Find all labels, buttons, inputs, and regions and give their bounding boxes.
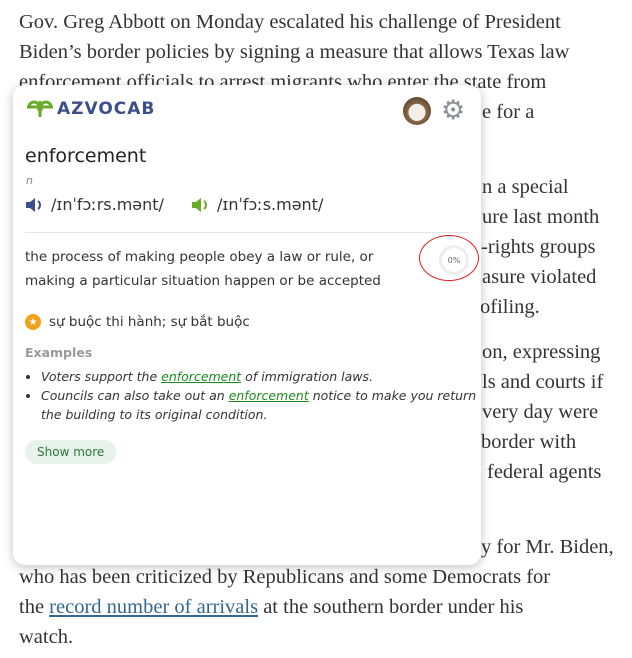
- part-of-speech: n: [26, 174, 33, 187]
- red-annotation-circle: [419, 235, 479, 281]
- article-line: asure violated: [482, 266, 597, 288]
- text: Councils can also take out an: [41, 388, 229, 403]
- example-item: Councils can also take out an enforcemen…: [41, 386, 481, 424]
- article-line: ofiling.: [480, 296, 540, 318]
- article-line: the record number of arrivals at the sou…: [19, 592, 523, 622]
- text: the: [19, 596, 50, 618]
- article-line: ure last month: [482, 206, 600, 228]
- article-line: -rights groups: [481, 236, 596, 258]
- text: of immigration laws.: [241, 369, 373, 384]
- article-line: Biden’s border policies by signing a mea…: [19, 41, 570, 63]
- gear-icon[interactable]: ⚙: [441, 97, 465, 125]
- pronunciation-us[interactable]: /ɪnˈfɔːrs.mənt/: [25, 195, 164, 214]
- dictionary-popup: AZVOCAB ⚙ enforcement n /ɪnˈfɔːrs.mənt/ …: [13, 85, 481, 565]
- word-link[interactable]: enforcement: [229, 388, 309, 403]
- examples-heading: Examples: [25, 345, 93, 360]
- record-arrivals-link[interactable]: record number of arrivals: [49, 596, 258, 618]
- azvocab-logo[interactable]: AZVOCAB: [25, 99, 155, 119]
- text: Voters support the: [41, 369, 162, 384]
- speaker-icon[interactable]: [25, 197, 43, 213]
- pronunciation-uk[interactable]: /ɪnˈfɔːs.mənt/: [191, 195, 323, 214]
- divider: [25, 232, 469, 233]
- example-item: Voters support the enforcement of immigr…: [41, 367, 481, 386]
- text: at the southern border under his: [258, 596, 524, 618]
- article-line: Gov. Greg Abbott on Monday escalated his…: [19, 11, 561, 33]
- translation-text: sự buộc thi hành; sự bắt buộc: [49, 314, 250, 330]
- article-line: watch.: [19, 626, 74, 648]
- star-icon[interactable]: ★: [25, 314, 41, 330]
- show-more-button[interactable]: Show more: [25, 440, 117, 464]
- speaker-icon[interactable]: [191, 197, 209, 213]
- logo-text: AZVOCAB: [57, 99, 156, 119]
- word-link[interactable]: enforcement: [161, 369, 241, 384]
- article-line: n a special: [482, 176, 569, 198]
- article-line: border with: [481, 431, 577, 453]
- examples-list: Voters support the enforcement of immigr…: [25, 367, 481, 424]
- translation: ★ sự buộc thi hành; sự bắt buộc: [25, 314, 250, 330]
- pronunciation-text: /ɪnˈfɔːs.mənt/: [217, 195, 324, 214]
- pronunciation-text: /ɪnˈfɔːrs.mənt/: [51, 195, 164, 214]
- word-title: enforcement: [25, 145, 147, 167]
- article-line: e for a: [482, 101, 535, 123]
- article-line: y for Mr. Biden,: [481, 536, 614, 558]
- article-line: very day were: [482, 401, 599, 423]
- avatar[interactable]: [403, 97, 431, 125]
- article-line: on, expressing: [482, 341, 601, 363]
- definition: the process of making people obey a law …: [25, 249, 381, 289]
- article-line: ls and courts if: [482, 371, 604, 393]
- article-line: federal agents: [487, 461, 602, 483]
- logo-icon: [27, 100, 53, 117]
- article-line: who has been criticized by Republicans a…: [19, 566, 551, 588]
